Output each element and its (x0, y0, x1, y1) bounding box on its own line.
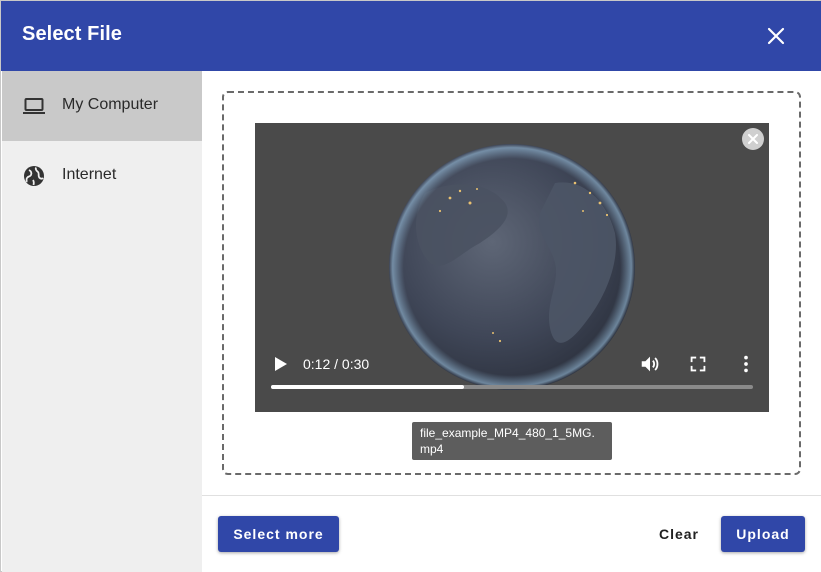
more-vertical-icon[interactable] (735, 353, 757, 375)
dropzone[interactable]: 0:12 / 0:30 file_example_MP4_480_1_5MG.m… (222, 91, 801, 475)
playback-progress-bar[interactable] (271, 385, 753, 389)
sidebar-item-internet[interactable]: Internet (2, 141, 202, 211)
fullscreen-icon[interactable] (687, 353, 709, 375)
play-icon[interactable] (271, 352, 291, 376)
close-icon (767, 27, 785, 45)
laptop-icon (23, 98, 45, 114)
file-name-label: file_example_MP4_480_1_5MG.mp4 (412, 422, 612, 460)
source-sidebar: My Computer Internet (2, 71, 202, 572)
select-more-button[interactable]: Select more (218, 516, 339, 552)
close-button[interactable] (761, 21, 791, 51)
dialog-title: Select File (22, 23, 123, 45)
sidebar-item-label: My Computer (62, 96, 159, 113)
volume-icon[interactable] (639, 353, 661, 375)
video-controls: 0:12 / 0:30 (255, 348, 769, 412)
sidebar-item-label: Internet (62, 166, 117, 183)
clear-button[interactable]: Clear (648, 516, 710, 552)
select-file-dialog: Select File My Computer Internet 0:12 / … (0, 0, 821, 572)
dialog-header: Select File (1, 1, 821, 71)
remove-circle-icon (748, 134, 758, 144)
sidebar-item-my-computer[interactable]: My Computer (2, 71, 202, 141)
playback-progress-fill (271, 385, 464, 389)
dialog-footer: Select more Clear Upload (202, 495, 821, 572)
file-drop-area: 0:12 / 0:30 file_example_MP4_480_1_5MG.m… (202, 71, 821, 495)
video-preview[interactable]: 0:12 / 0:30 (255, 123, 769, 412)
remove-file-button[interactable] (742, 128, 764, 150)
globe-icon (24, 166, 44, 186)
playback-time: 0:12 / 0:30 (303, 356, 370, 372)
upload-button[interactable]: Upload (721, 516, 805, 552)
